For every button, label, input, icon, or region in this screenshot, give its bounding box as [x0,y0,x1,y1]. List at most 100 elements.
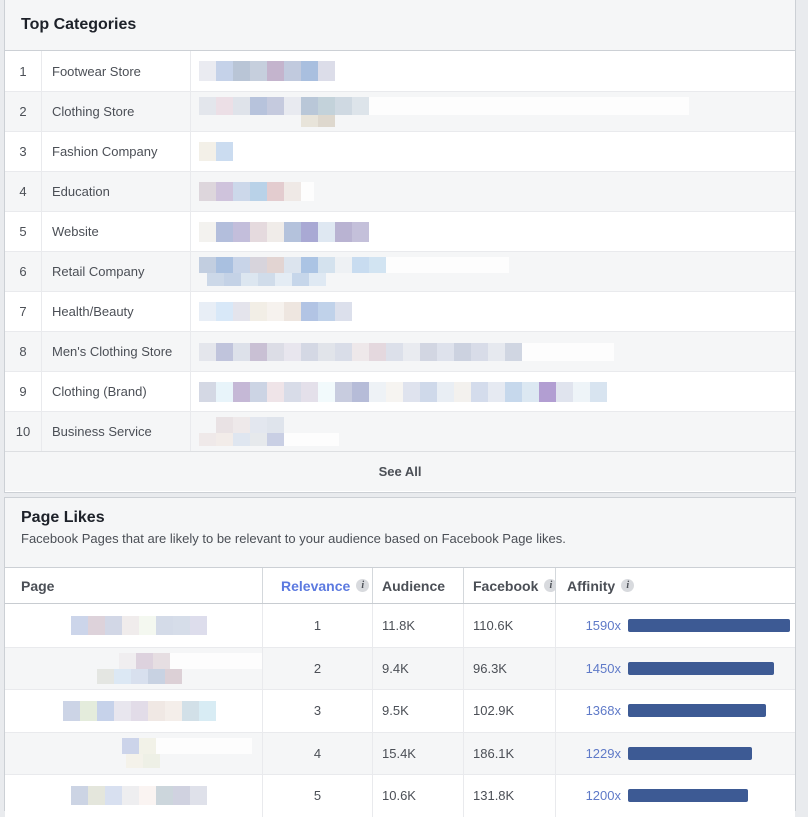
anonymized-blur-block [71,786,88,805]
anonymized-blur-line [207,273,795,286]
audience-value: 11.8K [373,604,464,647]
anonymized-blur-block [199,257,216,273]
anonymized-blur-block [369,382,386,402]
category-rank: 2 [5,92,42,131]
anonymized-blur-block [148,701,165,721]
category-rank: 7 [5,292,42,331]
anonymized-blur-block [216,97,233,115]
audience-value: 10.6K [373,775,464,817]
column-header-relevance[interactable]: Relevance i [263,568,373,603]
anonymized-blur-block [233,382,250,402]
anonymized-blur-block [352,257,369,273]
anonymized-blur-block [250,97,267,115]
anonymized-blur-block [199,701,216,721]
anonymized-blur-block [352,97,369,115]
anonymized-blur-block [488,343,505,361]
anonymized-blur-block [454,343,471,361]
category-anonymized-data [191,372,795,411]
anonymized-blur-line [301,115,795,127]
anonymized-blur-block [522,382,539,402]
anonymized-blur-block [148,669,165,684]
anonymized-blur-block [250,417,267,433]
anonymized-blur-line [199,97,795,115]
anonymized-blur-block [488,382,505,402]
category-anonymized-data [191,332,795,371]
anonymized-blur-block [335,222,352,242]
facebook-value: 96.3K [464,648,556,690]
anonymized-blur-block [301,302,318,321]
column-header-audience[interactable]: Audience [373,568,464,603]
anonymized-blur-block [301,382,318,402]
anonymized-blur-block [199,222,216,242]
anonymized-blur-block [199,97,216,115]
anonymized-blur-block [216,382,233,402]
anonymized-blur-block [233,433,250,446]
anonymized-blur-block [97,701,114,721]
anonymized-blur-block [318,302,335,321]
anonymized-blur-block [250,257,267,273]
column-header-affinity[interactable]: Affinity i [556,568,795,603]
facebook-value: 131.8K [464,775,556,817]
anonymized-blur-block [88,616,105,635]
anonymized-blur-block [119,653,136,669]
affinity-value: 1368x [567,703,621,718]
category-rank: 5 [5,212,42,251]
category-anonymized-data [191,172,795,211]
see-all-button[interactable]: See All [5,451,795,491]
anonymized-blur-line [199,257,795,273]
info-icon[interactable]: i [356,579,369,592]
anonymized-blur-block [267,257,284,273]
anonymized-blur-block [97,669,114,684]
anonymized-blur-block [233,302,250,321]
relevance-value: 2 [263,648,373,690]
page-like-row: 4 15.4K 186.1K 1229x [5,732,795,775]
anonymized-blur-block [182,701,199,721]
anonymized-blur-block [122,616,139,635]
anonymized-blur-block [454,382,471,402]
anonymized-blur-block [216,61,233,81]
affinity-bar [628,662,774,675]
affinity-cell: 1590x [556,604,795,647]
page-likes-title: Page Likes [21,509,779,527]
anonymized-blur-block [437,343,454,361]
category-anonymized-data [191,212,795,251]
category-row: 7 Health/Beauty [5,291,795,331]
relevance-value: 1 [263,604,373,647]
anonymized-blur-block [250,302,267,321]
anonymized-blur-line [199,222,795,242]
anonymized-blur-block [199,382,216,402]
anonymized-blur-block [139,786,156,805]
info-icon[interactable]: i [621,579,634,592]
anonymized-blur-block [301,115,318,127]
anonymized-blur-block [199,343,216,361]
anonymized-blur-block [216,343,233,361]
anonymized-blur-block [318,257,335,273]
anonymized-blur-block [131,701,148,721]
anonymized-blur-block [301,222,318,242]
anonymized-blur-block [250,343,267,361]
anonymized-blur-block [369,343,386,361]
anonymized-blur-block [403,382,420,402]
category-row: 9 Clothing (Brand) [5,371,795,411]
anonymized-blur-block [590,382,607,402]
anonymized-blur-block [216,417,233,433]
anonymized-blur-block [403,343,420,361]
anonymized-blur-block [539,382,556,402]
page-like-row: 5 10.6K 131.8K 1200x [5,774,795,817]
anonymized-blur-block [352,343,369,361]
anonymized-blur-block [250,61,267,81]
anonymized-blur-block [267,182,284,201]
anonymized-blur-block [301,343,318,361]
anonymized-blur-block [250,382,267,402]
anonymized-blur-block [156,786,173,805]
anonymized-blur-block [207,273,224,286]
info-icon[interactable]: i [544,579,556,592]
column-header-facebook[interactable]: Facebook i [464,568,556,603]
page-name-anonymized [5,733,263,775]
anonymized-blur-block [292,273,309,286]
category-rank: 8 [5,332,42,371]
anonymized-blur-block [224,273,241,286]
anonymized-blur-block [284,61,301,81]
anonymized-blur-block [143,754,160,768]
anonymized-blur-block [216,182,233,201]
